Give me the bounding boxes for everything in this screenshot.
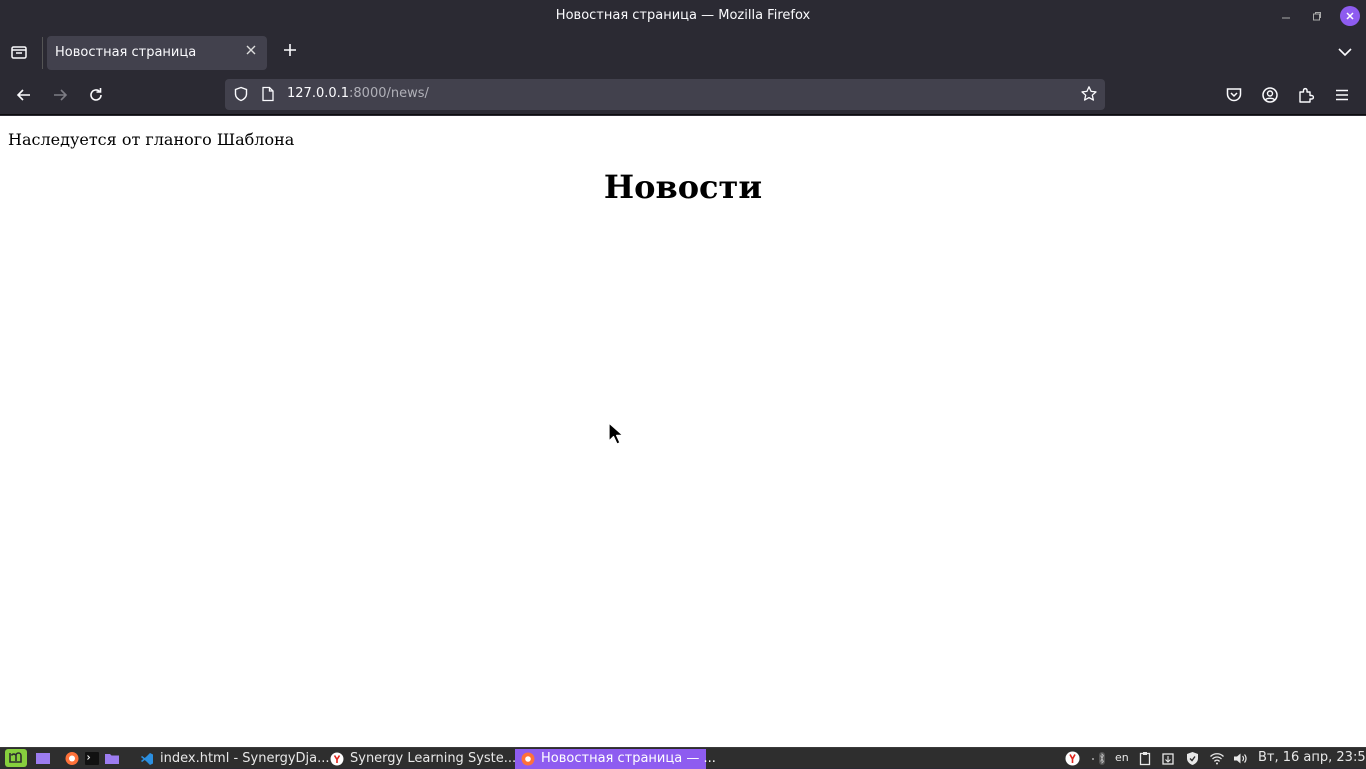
bookmark-star-button[interactable]: [1080, 85, 1098, 103]
tab-strip: Новостная страница: [0, 31, 1366, 75]
clock[interactable]: Вт, 16 апр, 23:55: [1258, 750, 1366, 765]
close-window-button[interactable]: [1340, 6, 1360, 26]
navigation-toolbar: 127.0.0.1:8000/news/: [0, 75, 1366, 115]
tab-close-button[interactable]: [243, 44, 259, 60]
mint-menu-icon[interactable]: [5, 749, 27, 767]
reload-icon: [90, 88, 102, 101]
firefox-launcher-icon[interactable]: [64, 751, 80, 766]
extensions-button[interactable]: [1296, 85, 1316, 105]
pocket-button[interactable]: [1224, 85, 1244, 105]
close-icon: [1346, 12, 1354, 20]
page-heading: Новости: [603, 168, 763, 206]
yandex-tray-icon[interactable]: [1065, 751, 1080, 766]
tracking-protection-shield-icon[interactable]: [233, 86, 249, 102]
task-label: index.html - SynergyDja...: [160, 751, 330, 766]
show-desktop-icon[interactable]: [35, 751, 51, 766]
chevron-down-icon: [1338, 48, 1352, 57]
system-taskbar: index.html - SynergyDja... Synergy Learn…: [0, 747, 1366, 769]
task-vscode[interactable]: index.html - SynergyDja...: [134, 749, 330, 769]
arrow-right-icon: [54, 89, 68, 101]
shield-icon[interactable]: [1185, 751, 1200, 766]
page-content: Наследуется от гланого Шаблона Новости: [0, 116, 1366, 747]
minimize-icon: [1282, 17, 1290, 19]
window-title: Новостная страница — Mozilla Firefox: [555, 8, 811, 23]
plus-icon: [284, 44, 296, 56]
maximize-button[interactable]: [1307, 6, 1327, 26]
url-text[interactable]: 127.0.0.1:8000/news/: [287, 86, 429, 101]
task-firefox[interactable]: Новостная страница — ...: [515, 749, 716, 769]
bluetooth-icon[interactable]: [1090, 751, 1112, 766]
app-menu-button[interactable]: [1332, 85, 1352, 105]
shield-icon: [234, 86, 248, 102]
account-icon: [1262, 87, 1278, 103]
firefox-icon: [521, 752, 535, 766]
arrow-left-icon: [16, 89, 30, 101]
inherit-text: Наследуется от гланого Шаблона: [8, 130, 295, 149]
new-tab-button[interactable]: [280, 41, 300, 63]
tab-news[interactable]: Новостная страница: [47, 36, 267, 70]
star-icon: [1081, 86, 1097, 101]
account-button[interactable]: [1260, 85, 1280, 105]
window-titlebar: Новостная страница — Mozilla Firefox: [0, 0, 1366, 31]
page-icon: [262, 86, 274, 102]
tab-title: Новостная страница: [55, 45, 197, 60]
url-path: :8000/news/: [349, 86, 429, 101]
site-info-button[interactable]: [261, 86, 275, 102]
keyboard-layout-indicator[interactable]: en: [1115, 751, 1129, 766]
forward-button[interactable]: [50, 85, 70, 105]
puzzle-piece-icon: [1299, 87, 1315, 103]
yandex-browser-icon: [330, 752, 344, 766]
task-label: Synergy Learning Syste...: [350, 751, 517, 766]
close-icon: [246, 45, 256, 55]
update-manager-icon[interactable]: [1161, 751, 1175, 766]
reload-button[interactable]: [86, 85, 106, 105]
task-label: Новостная страница — ...: [541, 751, 716, 766]
terminal-launcher-icon[interactable]: [84, 751, 100, 766]
clipboard-icon[interactable]: [1138, 751, 1152, 766]
vscode-icon: [141, 753, 153, 765]
files-launcher-icon[interactable]: [104, 751, 120, 766]
tab-separator: [42, 37, 43, 69]
restore-icon: [1313, 12, 1321, 21]
pocket-icon: [1226, 88, 1242, 102]
list-all-tabs-button[interactable]: [1336, 43, 1356, 61]
firefox-view-icon: [11, 46, 27, 59]
task-yandex-browser[interactable]: Synergy Learning Syste...: [324, 749, 516, 769]
wifi-icon[interactable]: [1209, 751, 1225, 766]
minimize-button[interactable]: [1276, 6, 1296, 26]
url-host: 127.0.0.1: [287, 86, 350, 101]
back-button[interactable]: [14, 85, 34, 105]
hamburger-menu-icon: [1336, 89, 1348, 101]
url-bar[interactable]: 127.0.0.1:8000/news/: [225, 79, 1105, 110]
firefox-view-button[interactable]: [9, 42, 29, 62]
mouse-pointer-icon: [608, 422, 624, 445]
volume-icon[interactable]: [1232, 751, 1248, 766]
